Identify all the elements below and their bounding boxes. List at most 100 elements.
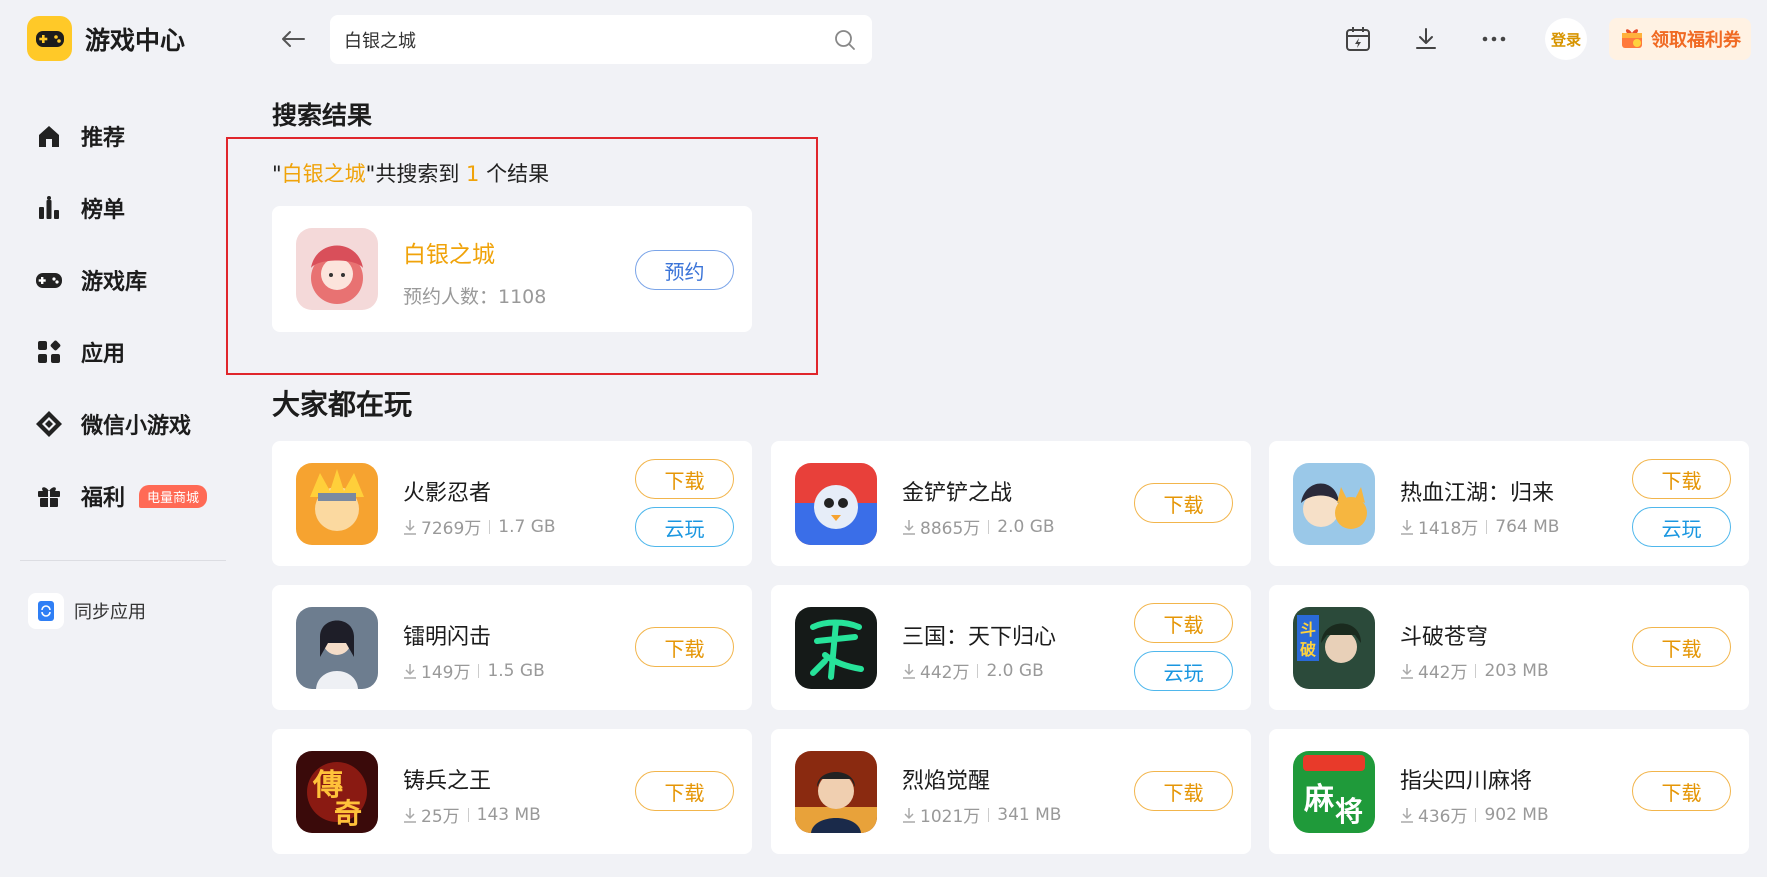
game-icon-sanguo <box>795 607 877 689</box>
game-card[interactable]: 斗破 斗破苍穹 442万 203 MB 下载 <box>1269 585 1749 710</box>
game-icon-lieyan <box>795 751 877 833</box>
meta-separator <box>1475 663 1477 678</box>
app-title: 游戏中心 <box>85 25 186 55</box>
download-button[interactable]: 下载 <box>1134 483 1233 523</box>
game-card[interactable]: 火影忍者 7269万 1.7 GB 下载 云玩 <box>272 441 752 566</box>
sidebar-item-label: 榜单 <box>81 198 126 223</box>
game-meta: 442万 2.0 GB <box>902 658 1044 683</box>
home-icon <box>33 120 65 152</box>
download-button[interactable]: 下载 <box>1632 771 1731 811</box>
sidebar-divider <box>20 560 226 561</box>
result-summary: "白银之城"共搜索到 1 个结果 <box>272 158 549 188</box>
quote-open: " <box>272 162 282 186</box>
sidebar-item-label: 福利 <box>81 486 126 511</box>
game-title[interactable]: 热血江湖：归来 <box>1400 475 1554 507</box>
download-count: 436万 <box>1418 807 1468 827</box>
apps-icon <box>33 336 65 368</box>
meta-separator <box>988 519 990 534</box>
game-meta: 436万 902 MB <box>1400 802 1549 827</box>
game-icon-leiming <box>296 607 378 689</box>
download-icon[interactable] <box>1408 21 1444 57</box>
reservation-count: 预约人数：1108 <box>403 286 547 308</box>
claim-coupon-button[interactable]: 领取福利券 <box>1609 18 1751 60</box>
package-size: 902 MB <box>1484 804 1549 825</box>
game-meta: 7269万 1.7 GB <box>403 514 556 539</box>
download-count: 442万 <box>1418 663 1468 683</box>
game-title[interactable]: 火影忍者 <box>403 475 491 507</box>
sidebar-item-recommend[interactable]: 推荐 <box>33 100 233 172</box>
sidebar-item-apps[interactable]: 应用 <box>33 316 233 388</box>
game-title[interactable]: 镭明闪击 <box>403 619 491 651</box>
download-button[interactable]: 下载 <box>635 627 734 667</box>
game-title[interactable]: 金铲铲之战 <box>902 475 1012 507</box>
download-button[interactable]: 下载 <box>635 771 734 811</box>
download-count: 8865万 <box>920 519 981 539</box>
download-count-icon <box>902 807 916 823</box>
game-title[interactable]: 指尖四川麻将 <box>1400 763 1532 795</box>
download-button[interactable]: 下载 <box>1134 603 1233 643</box>
search-input[interactable] <box>344 29 832 50</box>
top-toolbar <box>1340 21 1512 57</box>
sidebar-nav: 推荐 榜单 游戏库 应用 微信小游戏 福利 电量商城 <box>33 100 233 532</box>
quote-close: " <box>365 162 376 186</box>
cloud-play-button[interactable]: 云玩 <box>635 507 734 547</box>
gamepad-logo-icon <box>27 16 72 61</box>
game-card[interactable]: 麻将 指尖四川麻将 436万 902 MB 下载 <box>1269 729 1749 854</box>
game-title[interactable]: 三国：天下归心 <box>902 619 1056 651</box>
package-size: 143 MB <box>476 804 541 825</box>
download-count: 25万 <box>421 807 460 827</box>
game-icon-naruto <box>296 463 378 545</box>
download-button[interactable]: 下载 <box>635 459 734 499</box>
game-icon-mahjong: 麻将 <box>1293 751 1375 833</box>
game-card[interactable]: 傳奇 铸兵之王 25万 143 MB 下载 <box>272 729 752 854</box>
back-button[interactable] <box>277 25 309 53</box>
download-count-icon <box>1400 807 1414 823</box>
download-button[interactable]: 下载 <box>1632 627 1731 667</box>
game-card[interactable]: 三国：天下归心 442万 2.0 GB 下载 云玩 <box>771 585 1251 710</box>
gamepad-icon <box>33 264 65 296</box>
meta-separator <box>467 807 469 822</box>
search-result-card[interactable]: 白银之城 预约人数：1108 预约 <box>272 206 752 332</box>
game-title[interactable]: 斗破苍穹 <box>1400 619 1488 651</box>
game-title[interactable]: 烈焰觉醒 <box>902 763 990 795</box>
game-meta: 25万 143 MB <box>403 802 541 827</box>
sidebar-item-game-library[interactable]: 游戏库 <box>33 244 233 316</box>
game-icon-rexue-jianghu <box>1293 463 1375 545</box>
meta-separator <box>1475 807 1477 822</box>
result-count: 1 <box>466 162 480 186</box>
summary-text-before: 共搜索到 <box>375 162 467 186</box>
download-button[interactable]: 下载 <box>1134 771 1233 811</box>
meta-separator <box>1486 519 1488 534</box>
download-button[interactable]: 下载 <box>1632 459 1731 499</box>
sidebar-item-ranking[interactable]: 榜单 <box>33 172 233 244</box>
wechat-minigame-icon <box>33 408 65 440</box>
sidebar-item-welfare[interactable]: 福利 电量商城 <box>33 460 233 532</box>
reserve-button[interactable]: 预约 <box>635 250 734 290</box>
svg-text:麻: 麻 <box>1304 782 1335 817</box>
cloud-play-button[interactable]: 云玩 <box>1632 507 1731 547</box>
gift-icon <box>33 480 65 512</box>
game-meta: 1021万 341 MB <box>902 802 1061 827</box>
result-game-title[interactable]: 白银之城 <box>403 235 495 269</box>
calendar-icon[interactable] <box>1340 21 1376 57</box>
cloud-play-button[interactable]: 云玩 <box>1134 651 1233 691</box>
package-size: 764 MB <box>1495 516 1560 537</box>
game-card[interactable]: 热血江湖：归来 1418万 764 MB 下载 云玩 <box>1269 441 1749 566</box>
sidebar-item-wechat-minigame[interactable]: 微信小游戏 <box>33 388 233 460</box>
game-card[interactable]: 金铲铲之战 8865万 2.0 GB 下载 <box>771 441 1251 566</box>
download-count: 1418万 <box>1418 519 1479 539</box>
sync-apps-button[interactable]: 同步应用 <box>28 593 146 629</box>
download-count: 1021万 <box>920 807 981 827</box>
download-count-icon <box>403 663 417 679</box>
login-button[interactable]: 登录 <box>1545 18 1587 60</box>
package-size: 203 MB <box>1484 660 1549 681</box>
game-card[interactable]: 镭明闪击 149万 1.5 GB 下载 <box>272 585 752 710</box>
more-icon[interactable] <box>1476 21 1512 57</box>
summary-text-after: 个结果 <box>479 162 550 186</box>
game-title[interactable]: 铸兵之王 <box>403 763 491 795</box>
sidebar-item-label: 微信小游戏 <box>81 414 192 439</box>
game-card[interactable]: 烈焰觉醒 1021万 341 MB 下载 <box>771 729 1251 854</box>
search-icon[interactable] <box>832 27 858 53</box>
package-size: 1.5 GB <box>487 660 545 681</box>
meta-separator <box>977 663 979 678</box>
